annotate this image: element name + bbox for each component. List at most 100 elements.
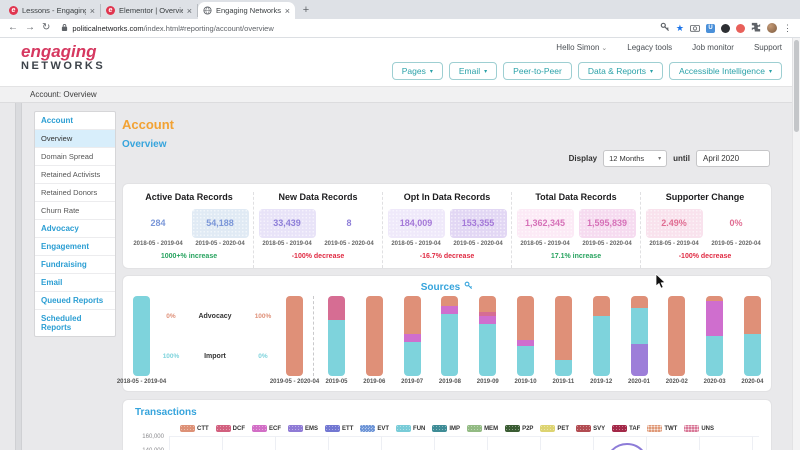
chrome-menu-icon[interactable]: ⋮ [783,23,792,34]
bar-label: 2019-06 [363,379,385,389]
stat-period: 2019-05 - 2020-04 [321,241,378,247]
stacked-bar[interactable] [328,296,345,376]
page-title: Account [122,117,174,132]
key-icon[interactable] [660,19,670,37]
stacked-bar[interactable] [706,296,723,376]
camera-icon[interactable] [690,19,700,37]
sidebar-item-fundraising[interactable]: Fundraising [35,255,115,273]
extension-dark-icon[interactable] [721,24,730,33]
legend-item-pet: PET [540,425,569,432]
sidebar-item-retained-activists[interactable]: Retained Activists [35,165,115,183]
main-nav: Pages▾ Email▾ Peer-to-Peer Data & Reports▾ A… [392,62,782,80]
browser-tab-lessons-engaging-networks[interactable]: eLessons - Engaging Networks× [4,4,101,17]
legend-item-dcf: DCF [216,425,245,432]
header-link-job-monitor[interactable]: Job monitor [692,43,734,52]
bar-label: 2019-08 [439,379,461,389]
legend-item-evt: EVT [360,425,389,432]
bar-label: 2019-09 [477,379,499,389]
browser-tab-elementor-overview-report[interactable]: eElementor | Overview Report× [101,4,198,17]
sidebar-item-churn-rate[interactable]: Churn Rate [35,201,115,219]
nav-button-pages[interactable]: Pages▾ [392,62,443,80]
new-tab-button[interactable]: + [299,3,313,17]
bar-segment-advocacy [441,296,458,306]
sidebar-item-engagement[interactable]: Engagement [35,237,115,255]
nav-button-peer-to-peer[interactable]: Peer-to-Peer [503,62,572,80]
sidebar-item-queued-reports[interactable]: Queued Reports [35,291,115,309]
logo-word-networks: NETWORKS [21,61,105,72]
sidebar-item-domain-spread[interactable]: Domain Spread [35,147,115,165]
display-range-value: 12 Months [609,154,644,163]
nav-button-email[interactable]: Email▾ [449,62,497,80]
stacked-bar[interactable] [366,296,383,376]
legend-label: MEM [484,426,498,432]
legend-label: EMS [305,426,318,432]
bar-segment-import [328,320,345,376]
stacked-bar[interactable] [668,296,685,376]
tab-close-icon[interactable]: × [90,6,95,16]
nav-button-label: Email [459,66,480,76]
bar-label: 2020-01 [628,379,650,389]
sidebar-item-overview[interactable]: Overview [35,129,115,147]
sidebar-item-retained-donors[interactable]: Retained Donors [35,183,115,201]
filter-key-icon[interactable] [464,281,473,293]
bookmark-star-icon[interactable]: ★ [676,24,684,33]
stacked-bar[interactable] [631,296,648,376]
until-date-input[interactable]: April 2020 [696,150,770,167]
header-link-hello-simon[interactable]: Hello Simon ⌄ [556,43,607,52]
sidebar-item-advocacy[interactable]: Advocacy [35,219,115,237]
legend-item-imp: IMP [432,425,460,432]
bar-segment-pink [328,296,345,320]
browser-tab-engaging-networks[interactable]: Engaging Networks× [198,2,295,19]
until-date-value: April 2020 [703,154,739,163]
extension-u-icon[interactable]: U [706,24,715,33]
bar-label: 2019-10 [515,379,537,389]
legend-item-mem: MEM [467,425,498,432]
profile-avatar[interactable] [767,23,777,33]
month-bar-2020-01: 2020-01 [631,296,648,389]
sidebar-item-scheduled-reports[interactable]: Scheduled Reports [35,309,115,336]
page-scrollbar[interactable] [792,38,800,450]
legend-label: FUN [413,426,425,432]
sidebar-item-account[interactable]: Account [35,112,115,129]
tab-close-icon[interactable]: × [187,6,192,16]
stat-period: 2019-05 - 2020-04 [579,241,636,247]
scrollbar-thumb[interactable] [794,40,799,132]
nav-button-data-reports[interactable]: Data & Reports▾ [578,62,663,80]
extension-red-icon[interactable] [736,24,745,33]
month-bar-2019-12: 2019-12 [593,296,610,389]
stacked-bar[interactable] [479,296,496,376]
tab-close-icon[interactable]: × [285,6,290,16]
sidebar-item-email[interactable]: Email [35,273,115,291]
legend-swatch [540,425,555,432]
stat-title: New Data Records [257,192,379,202]
address-bar[interactable]: politicalnetworks.com/index.html#reporti… [57,23,653,34]
month-bar-2019-09: 2019-09 [479,296,496,389]
forward-button[interactable]: → [25,23,35,33]
header-link-support[interactable]: Support [754,43,782,52]
legend-item-p2p: P2P [505,425,533,432]
legend-label: P2P [522,426,533,432]
nav-button-label: Data & Reports [588,66,646,76]
engaging-networks-logo[interactable]: engaging NETWORKS [21,43,105,72]
extensions-puzzle-icon[interactable] [751,19,761,37]
stacked-bar[interactable] [133,296,150,376]
display-range-select[interactable]: 12 Months ▾ [603,150,667,167]
header-link-legacy-tools[interactable]: Legacy tools [627,43,672,52]
stacked-bar[interactable] [593,296,610,376]
stacked-bar[interactable] [404,296,421,376]
reload-button[interactable]: ↻ [42,23,50,33]
stat-period: 2018-05 - 2019-04 [388,241,445,247]
stat-change: -100% decrease [257,253,379,260]
nav-button-accessible-intelligence[interactable]: Accessible Intelligence▾ [669,62,782,80]
tab-strip: eLessons - Engaging Networks×eElementor … [0,0,800,19]
stacked-bar[interactable] [555,296,572,376]
stacked-bar[interactable] [744,296,761,376]
stat-value-cell: 2.49%2018-05 - 2019-04 [646,209,703,247]
stat-change: -16.7% decrease [386,253,508,260]
legend-swatch [647,425,662,432]
bar-segment-advocacy [593,296,610,316]
stacked-bar[interactable] [286,296,303,376]
stacked-bar[interactable] [517,296,534,376]
back-button[interactable]: ← [8,23,18,33]
stacked-bar[interactable] [441,296,458,376]
